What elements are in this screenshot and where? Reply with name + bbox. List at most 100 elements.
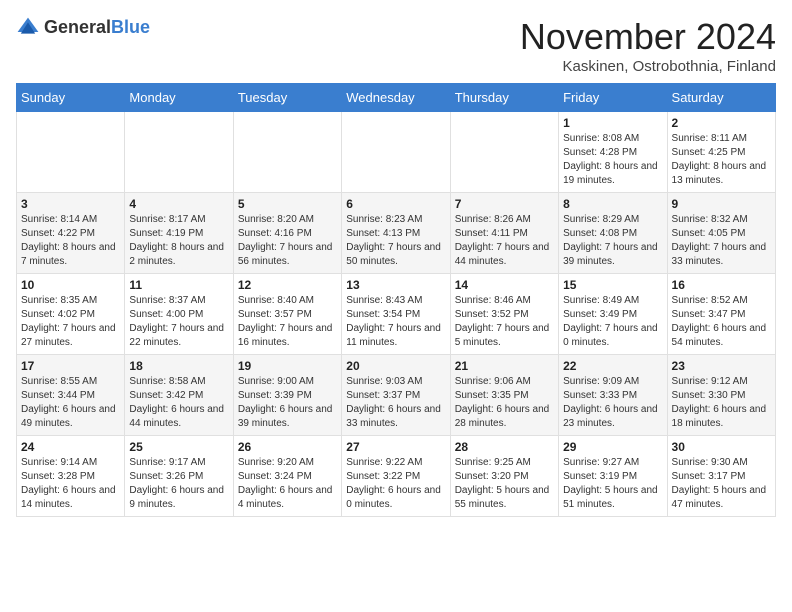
day-detail: Sunrise: 9:17 AMSunset: 3:26 PMDaylight:…	[129, 457, 224, 510]
calendar-week-row: 1 Sunrise: 8:08 AMSunset: 4:28 PMDaylight…	[17, 112, 776, 193]
day-detail: Sunrise: 9:12 AMSunset: 3:30 PMDaylight:…	[672, 376, 767, 429]
day-number: 29	[563, 440, 662, 454]
day-detail: Sunrise: 8:23 AMSunset: 4:13 PMDaylight:…	[346, 214, 441, 267]
location-title: Kaskinen, Ostrobothnia, Finland	[520, 58, 776, 75]
day-number: 7	[455, 197, 554, 211]
day-detail: Sunrise: 8:40 AMSunset: 3:57 PMDaylight:…	[238, 295, 333, 348]
header-saturday: Saturday	[667, 84, 775, 112]
table-row: 1 Sunrise: 8:08 AMSunset: 4:28 PMDaylight…	[559, 112, 667, 193]
day-number: 13	[346, 278, 445, 292]
day-number: 8	[563, 197, 662, 211]
table-row: 10 Sunrise: 8:35 AMSunset: 4:02 PMDayligh…	[17, 274, 125, 355]
day-detail: Sunrise: 8:49 AMSunset: 3:49 PMDaylight:…	[563, 295, 658, 348]
day-detail: Sunrise: 9:06 AMSunset: 3:35 PMDaylight:…	[455, 376, 550, 429]
day-number: 6	[346, 197, 445, 211]
day-number: 15	[563, 278, 662, 292]
day-number: 27	[346, 440, 445, 454]
calendar-week-row: 24 Sunrise: 9:14 AMSunset: 3:28 PMDayligh…	[17, 436, 776, 517]
header-friday: Friday	[559, 84, 667, 112]
table-row: 23 Sunrise: 9:12 AMSunset: 3:30 PMDayligh…	[667, 355, 775, 436]
table-row: 25 Sunrise: 9:17 AMSunset: 3:26 PMDayligh…	[125, 436, 233, 517]
day-detail: Sunrise: 9:03 AMSunset: 3:37 PMDaylight:…	[346, 376, 441, 429]
calendar-week-row: 10 Sunrise: 8:35 AMSunset: 4:02 PMDayligh…	[17, 274, 776, 355]
table-row: 16 Sunrise: 8:52 AMSunset: 3:47 PMDayligh…	[667, 274, 775, 355]
header-thursday: Thursday	[450, 84, 558, 112]
calendar-header-row: Sunday Monday Tuesday Wednesday Thursday…	[17, 84, 776, 112]
table-row: 24 Sunrise: 9:14 AMSunset: 3:28 PMDayligh…	[17, 436, 125, 517]
day-detail: Sunrise: 9:30 AMSunset: 3:17 PMDaylight:…	[672, 457, 767, 510]
day-number: 19	[238, 359, 337, 373]
day-detail: Sunrise: 8:32 AMSunset: 4:05 PMDaylight:…	[672, 214, 767, 267]
day-number: 2	[672, 116, 771, 130]
day-number: 10	[21, 278, 120, 292]
day-number: 3	[21, 197, 120, 211]
calendar-week-row: 17 Sunrise: 8:55 AMSunset: 3:44 PMDayligh…	[17, 355, 776, 436]
day-number: 28	[455, 440, 554, 454]
table-row: 28 Sunrise: 9:25 AMSunset: 3:20 PMDayligh…	[450, 436, 558, 517]
header-tuesday: Tuesday	[233, 84, 341, 112]
table-row	[125, 112, 233, 193]
day-number: 5	[238, 197, 337, 211]
table-row: 9 Sunrise: 8:32 AMSunset: 4:05 PMDaylight…	[667, 193, 775, 274]
month-title: November 2024	[520, 16, 776, 58]
day-number: 25	[129, 440, 228, 454]
day-number: 21	[455, 359, 554, 373]
day-number: 14	[455, 278, 554, 292]
day-detail: Sunrise: 8:58 AMSunset: 3:42 PMDaylight:…	[129, 376, 224, 429]
day-detail: Sunrise: 8:26 AMSunset: 4:11 PMDaylight:…	[455, 214, 550, 267]
day-number: 30	[672, 440, 771, 454]
day-detail: Sunrise: 8:11 AMSunset: 4:25 PMDaylight:…	[672, 133, 767, 186]
day-detail: Sunrise: 8:35 AMSunset: 4:02 PMDaylight:…	[21, 295, 116, 348]
table-row: 12 Sunrise: 8:40 AMSunset: 3:57 PMDayligh…	[233, 274, 341, 355]
day-detail: Sunrise: 8:55 AMSunset: 3:44 PMDaylight:…	[21, 376, 116, 429]
day-detail: Sunrise: 8:43 AMSunset: 3:54 PMDaylight:…	[346, 295, 441, 348]
header-monday: Monday	[125, 84, 233, 112]
day-detail: Sunrise: 9:09 AMSunset: 3:33 PMDaylight:…	[563, 376, 658, 429]
title-block: November 2024 Kaskinen, Ostrobothnia, Fi…	[520, 16, 776, 75]
day-detail: Sunrise: 8:52 AMSunset: 3:47 PMDaylight:…	[672, 295, 767, 348]
day-number: 1	[563, 116, 662, 130]
table-row: 22Sunrise: 9:09 AMSunset: 3:33 PMDayligh…	[559, 355, 667, 436]
day-number: 11	[129, 278, 228, 292]
header-sunday: Sunday	[17, 84, 125, 112]
table-row: 29Sunrise: 9:27 AMSunset: 3:19 PMDayligh…	[559, 436, 667, 517]
table-row: 4Sunrise: 8:17 AMSunset: 4:19 PMDaylight…	[125, 193, 233, 274]
day-number: 23	[672, 359, 771, 373]
table-row	[233, 112, 341, 193]
day-detail: Sunrise: 9:14 AMSunset: 3:28 PMDaylight:…	[21, 457, 116, 510]
table-row: 20 Sunrise: 9:03 AMSunset: 3:37 PMDayligh…	[342, 355, 450, 436]
header-wednesday: Wednesday	[342, 84, 450, 112]
table-row: 6 Sunrise: 8:23 AMSunset: 4:13 PMDaylight…	[342, 193, 450, 274]
logo: GeneralBlue	[16, 16, 150, 40]
day-detail: Sunrise: 8:20 AMSunset: 4:16 PMDaylight:…	[238, 214, 333, 267]
day-number: 18	[129, 359, 228, 373]
calendar-table: Sunday Monday Tuesday Wednesday Thursday…	[16, 83, 776, 517]
logo-icon	[16, 16, 40, 40]
day-number: 12	[238, 278, 337, 292]
day-number: 9	[672, 197, 771, 211]
day-number: 20	[346, 359, 445, 373]
table-row: 8 Sunrise: 8:29 AMSunset: 4:08 PMDaylight…	[559, 193, 667, 274]
day-detail: Sunrise: 8:14 AMSunset: 4:22 PMDaylight:…	[21, 214, 116, 267]
day-number: 16	[672, 278, 771, 292]
table-row: 21 Sunrise: 9:06 AMSunset: 3:35 PMDayligh…	[450, 355, 558, 436]
day-detail: Sunrise: 9:00 AMSunset: 3:39 PMDaylight:…	[238, 376, 333, 429]
logo-general-text: GeneralBlue	[44, 18, 150, 38]
table-row: 27Sunrise: 9:22 AMSunset: 3:22 PMDayligh…	[342, 436, 450, 517]
table-row	[450, 112, 558, 193]
day-number: 24	[21, 440, 120, 454]
day-detail: Sunrise: 8:29 AMSunset: 4:08 PMDaylight:…	[563, 214, 658, 267]
table-row: 30 Sunrise: 9:30 AMSunset: 3:17 PMDayligh…	[667, 436, 775, 517]
table-row: 7 Sunrise: 8:26 AMSunset: 4:11 PMDaylight…	[450, 193, 558, 274]
day-number: 17	[21, 359, 120, 373]
day-detail: Sunrise: 9:20 AMSunset: 3:24 PMDaylight:…	[238, 457, 333, 510]
day-detail: Sunrise: 8:46 AMSunset: 3:52 PMDaylight:…	[455, 295, 550, 348]
table-row: 3 Sunrise: 8:14 AMSunset: 4:22 PMDaylight…	[17, 193, 125, 274]
day-detail: Sunrise: 9:25 AMSunset: 3:20 PMDaylight:…	[455, 457, 550, 510]
page-header: GeneralBlue November 2024 Kaskinen, Ostr…	[16, 16, 776, 75]
table-row: 13 Sunrise: 8:43 AMSunset: 3:54 PMDayligh…	[342, 274, 450, 355]
table-row: 14 Sunrise: 8:46 AMSunset: 3:52 PMDayligh…	[450, 274, 558, 355]
day-detail: Sunrise: 8:08 AMSunset: 4:28 PMDaylight:…	[563, 133, 658, 186]
day-detail: Sunrise: 8:37 AMSunset: 4:00 PMDaylight:…	[129, 295, 224, 348]
day-number: 26	[238, 440, 337, 454]
